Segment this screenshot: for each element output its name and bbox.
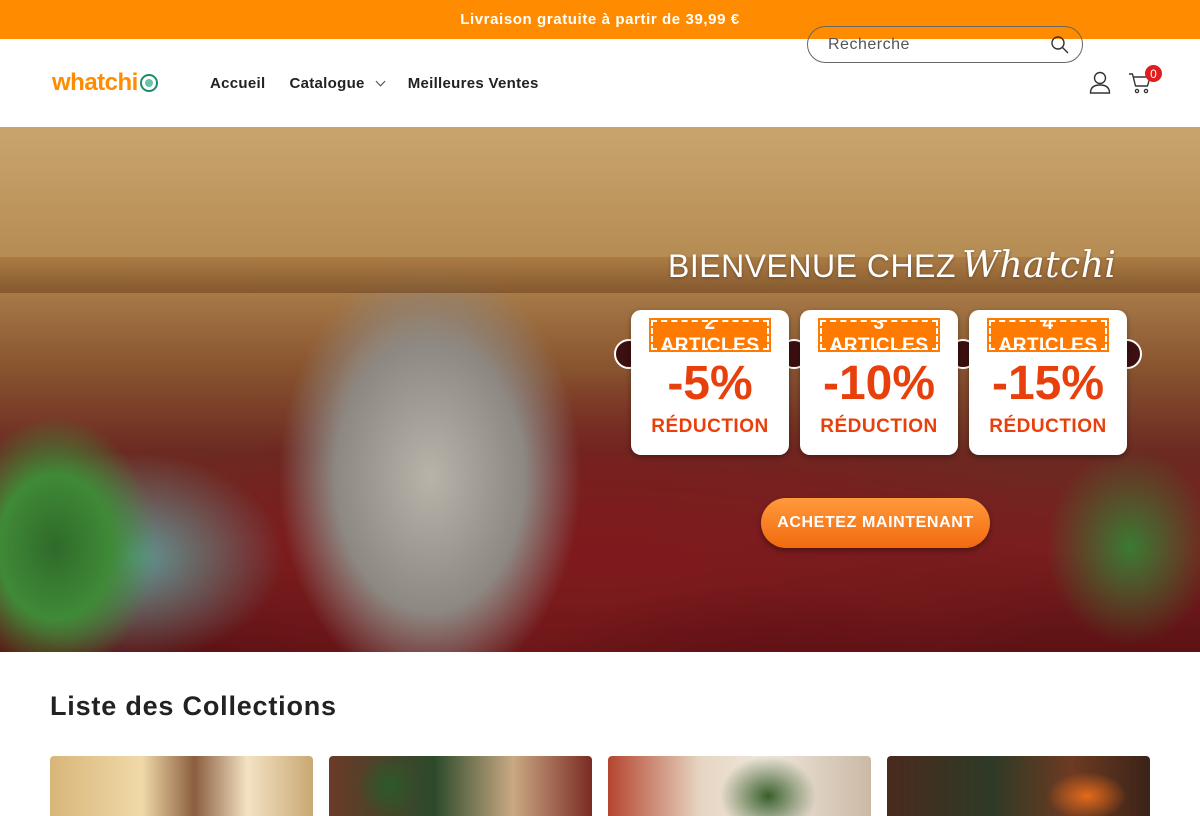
offer-card: 4 ARTICLES -15% RÉDUCTION bbox=[969, 310, 1127, 455]
announcement-text: Livraison gratuite à partir de 39,99 € bbox=[460, 11, 740, 28]
collection-card[interactable] bbox=[608, 756, 871, 816]
main-nav: Accueil Catalogue Meilleures Ventes bbox=[210, 75, 563, 92]
offer-percent: -10% bbox=[822, 357, 936, 410]
shop-now-button[interactable]: ACHETEZ MAINTENANT bbox=[761, 498, 990, 548]
logo-mark-icon bbox=[139, 74, 158, 92]
hero-banner[interactable]: BIENVENUE CHEZ Whatchi 2 ARTICLES -5% RÉD… bbox=[0, 127, 1200, 652]
offer-label: RÉDUCTION bbox=[651, 416, 769, 437]
offer-card: 2 ARTICLES -5% RÉDUCTION bbox=[631, 310, 789, 455]
search-icon[interactable] bbox=[1050, 35, 1070, 55]
collection-card[interactable] bbox=[887, 756, 1150, 816]
nav-item-meilleures-ventes[interactable]: Meilleures Ventes bbox=[408, 75, 539, 92]
offer-percent: -5% bbox=[667, 357, 753, 410]
nav-label: Accueil bbox=[210, 74, 266, 92]
offer-tag: 2 ARTICLES bbox=[649, 313, 771, 356]
nav-item-accueil[interactable]: Accueil bbox=[210, 75, 265, 92]
logo-text: whatchi bbox=[52, 69, 138, 96]
nav-item-catalogue[interactable]: Catalogue bbox=[289, 74, 386, 92]
hero-title: BIENVENUE CHEZ Whatchi bbox=[668, 245, 1116, 286]
user-icon[interactable] bbox=[1089, 71, 1111, 95]
offer-label: RÉDUCTION bbox=[820, 416, 938, 437]
hero-title-script: Whatchi bbox=[961, 245, 1117, 286]
collection-card[interactable] bbox=[50, 756, 313, 816]
search-input[interactable] bbox=[828, 35, 1050, 54]
hero-title-text: BIENVENUE CHEZ bbox=[668, 248, 956, 284]
offer-tag: 4 ARTICLES bbox=[987, 313, 1109, 356]
collection-card[interactable] bbox=[329, 756, 592, 816]
nav-label: Catalogue bbox=[289, 74, 365, 92]
search-box[interactable] bbox=[807, 26, 1083, 63]
logo[interactable]: whatchi bbox=[52, 69, 170, 97]
collections-title: Liste des Collections bbox=[50, 691, 337, 721]
nav-label: Meilleures Ventes bbox=[407, 74, 539, 92]
offer-percent: -15% bbox=[991, 357, 1105, 410]
cart-count-badge: 0 bbox=[1145, 65, 1162, 82]
offer-tag: 3 ARTICLES bbox=[818, 313, 940, 356]
offer-label: RÉDUCTION bbox=[989, 416, 1107, 437]
offer-card: 3 ARTICLES -10% RÉDUCTION bbox=[800, 310, 958, 455]
chevron-down-icon bbox=[375, 76, 386, 87]
